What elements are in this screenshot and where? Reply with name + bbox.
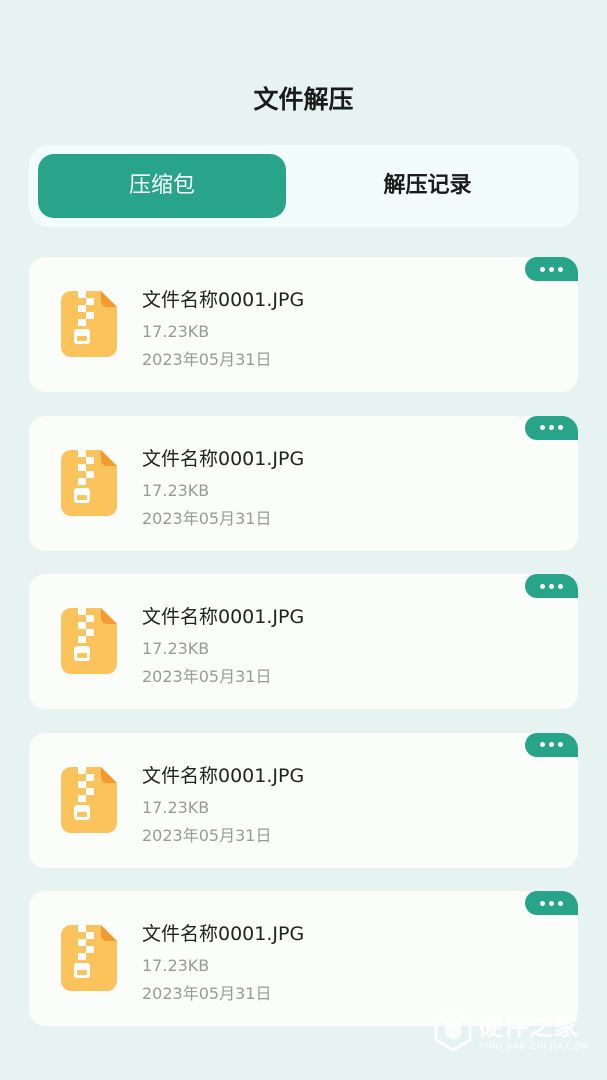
file-name: 文件名称0001.JPG	[142, 289, 305, 311]
zip-file-icon	[61, 608, 117, 674]
more-dot	[558, 900, 563, 906]
more-dot	[549, 742, 554, 747]
file-size: 17.23KB	[142, 797, 210, 817]
zip-file-icon	[61, 766, 117, 833]
tab-bar: 压缩包 解压记录	[29, 145, 578, 227]
watermark: 硬件之家 YING JIAN ZHI JIA.COM	[433, 1007, 589, 1052]
file-item[interactable]: 文件名称0001.JPG 17.23KB 2023年05月31日	[29, 732, 578, 868]
more-dot	[558, 742, 563, 747]
more-options-button[interactable]	[525, 891, 578, 915]
file-item[interactable]: 文件名称0001.JPG 17.23KB 2023年05月31日	[29, 891, 578, 1026]
file-item[interactable]: 文件名称0001.JPG 17.23KB 2023年05月31日	[29, 574, 578, 709]
file-name: 文件名称0001.JPG	[142, 447, 305, 470]
page-title: 文件解压	[253, 85, 354, 114]
file-date: 2023年05月31日	[142, 508, 272, 528]
file-item[interactable]: 文件名称0001.JPG 17.23KB 2023年05月31日	[29, 415, 578, 551]
more-dot	[549, 583, 554, 589]
more-dot	[540, 583, 545, 589]
watermark-brand: 硬件之家	[478, 1013, 579, 1041]
more-dot	[549, 266, 554, 272]
zip-file-icon	[61, 449, 117, 516]
more-dot	[549, 425, 554, 430]
file-size: 17.23KB	[142, 956, 210, 975]
more-options-button[interactable]	[525, 574, 578, 598]
file-name: 文件名称0001.JPG	[142, 606, 305, 628]
file-name: 文件名称0001.JPG	[142, 923, 305, 945]
file-date: 2023年05月31日	[142, 667, 272, 686]
file-list: 文件名称0001.JPG 17.23KB 2023年05月31日 文件名称000…	[29, 257, 578, 1050]
more-dot	[558, 425, 563, 430]
file-item[interactable]: 文件名称0001.JPG 17.23KB 2023年05月31日	[29, 257, 578, 392]
more-options-button[interactable]	[525, 732, 578, 757]
file-date: 2023年05月31日	[142, 350, 272, 369]
file-name: 文件名称0001.JPG	[142, 764, 305, 787]
more-dot	[540, 742, 545, 747]
zip-file-icon	[61, 291, 117, 357]
file-size: 17.23KB	[142, 639, 210, 658]
tab-extract-history[interactable]: 解压记录	[286, 154, 569, 218]
more-options-button[interactable]	[525, 257, 578, 281]
tab-archives[interactable]: 压缩包	[38, 154, 287, 218]
more-dot	[540, 266, 545, 272]
more-dot	[558, 266, 563, 272]
more-dot	[558, 583, 563, 589]
more-dot	[549, 900, 554, 906]
zip-file-icon	[61, 925, 117, 991]
more-options-button[interactable]	[525, 415, 578, 440]
watermark-subtitle: YING JIAN ZHI JIA.COM	[478, 1042, 589, 1052]
file-date: 2023年05月31日	[142, 825, 272, 845]
cube-logo-icon	[434, 1007, 472, 1052]
file-date: 2023年05月31日	[142, 984, 272, 1003]
more-dot	[540, 425, 545, 430]
file-size: 17.23KB	[142, 322, 210, 341]
more-dot	[540, 900, 545, 906]
file-size: 17.23KB	[142, 480, 210, 500]
